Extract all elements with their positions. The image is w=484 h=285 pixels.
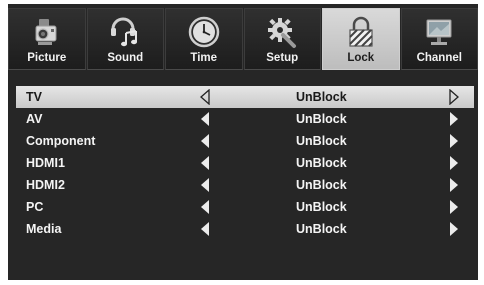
tab-label: Setup [266, 52, 299, 64]
block-status-value: UnBlock [296, 134, 347, 148]
list-item[interactable]: HDMI1 UnBlock [16, 152, 474, 174]
source-name: AV [26, 112, 43, 126]
block-status-value: UnBlock [296, 90, 347, 104]
right-arrow-icon[interactable] [448, 89, 460, 105]
monitor-icon [426, 19, 452, 45]
source-name: HDMI1 [26, 156, 65, 170]
list-item[interactable]: Component UnBlock [16, 130, 474, 152]
tv-menu-screen: Picture Sound Time Setup Lock Channel TV… [8, 4, 478, 280]
right-arrow-icon[interactable] [448, 177, 460, 193]
source-name: TV [26, 90, 42, 104]
list-item[interactable]: AV UnBlock [16, 108, 474, 130]
camera-icon [35, 19, 57, 45]
list-item[interactable]: TV UnBlock [16, 86, 474, 108]
source-name: PC [26, 200, 44, 214]
right-arrow-icon[interactable] [448, 111, 460, 127]
source-name: Media [26, 222, 62, 236]
block-status-value: UnBlock [296, 112, 347, 126]
left-arrow-icon[interactable] [199, 133, 211, 149]
left-arrow-icon[interactable] [199, 89, 211, 105]
left-arrow-icon[interactable] [199, 221, 211, 237]
tab-label: Time [190, 52, 218, 64]
list-item[interactable]: Media UnBlock [16, 218, 474, 240]
source-name: HDMI2 [26, 178, 65, 192]
gear-icon [268, 18, 297, 48]
tab-lock[interactable]: Lock [322, 8, 400, 70]
block-status-value: UnBlock [296, 178, 347, 192]
tab-label: Lock [347, 52, 375, 64]
lock-menu-list: TV UnBlock AV UnBlock Component UnBlock … [16, 86, 474, 240]
left-arrow-icon[interactable] [199, 155, 211, 171]
source-name: Component [26, 134, 96, 148]
list-item[interactable]: PC UnBlock [16, 196, 474, 218]
right-arrow-icon[interactable] [448, 199, 460, 215]
tab-picture[interactable]: Picture [8, 8, 86, 70]
block-status-value: UnBlock [296, 222, 347, 236]
music-note-icon [111, 17, 138, 47]
right-arrow-icon[interactable] [448, 155, 460, 171]
right-arrow-icon[interactable] [448, 221, 460, 237]
left-arrow-icon[interactable] [199, 177, 211, 193]
tab-sound[interactable]: Sound [86, 8, 164, 70]
tab-time[interactable]: Time [165, 8, 243, 70]
right-arrow-icon[interactable] [448, 133, 460, 149]
tab-channel[interactable]: Channel [400, 8, 478, 70]
tab-label: Channel [416, 52, 462, 64]
block-status-value: UnBlock [296, 200, 347, 214]
block-status-value: UnBlock [296, 156, 347, 170]
list-item[interactable]: HDMI2 UnBlock [16, 174, 474, 196]
tab-label: Sound [107, 52, 144, 64]
clock-icon [188, 16, 219, 48]
menu-tab-bar: Picture Sound Time Setup Lock Channel [8, 8, 478, 70]
left-arrow-icon[interactable] [199, 199, 211, 215]
left-arrow-icon[interactable] [199, 111, 211, 127]
padlock-icon [349, 16, 373, 47]
tab-setup[interactable]: Setup [243, 8, 321, 70]
tab-label: Picture [27, 52, 67, 64]
